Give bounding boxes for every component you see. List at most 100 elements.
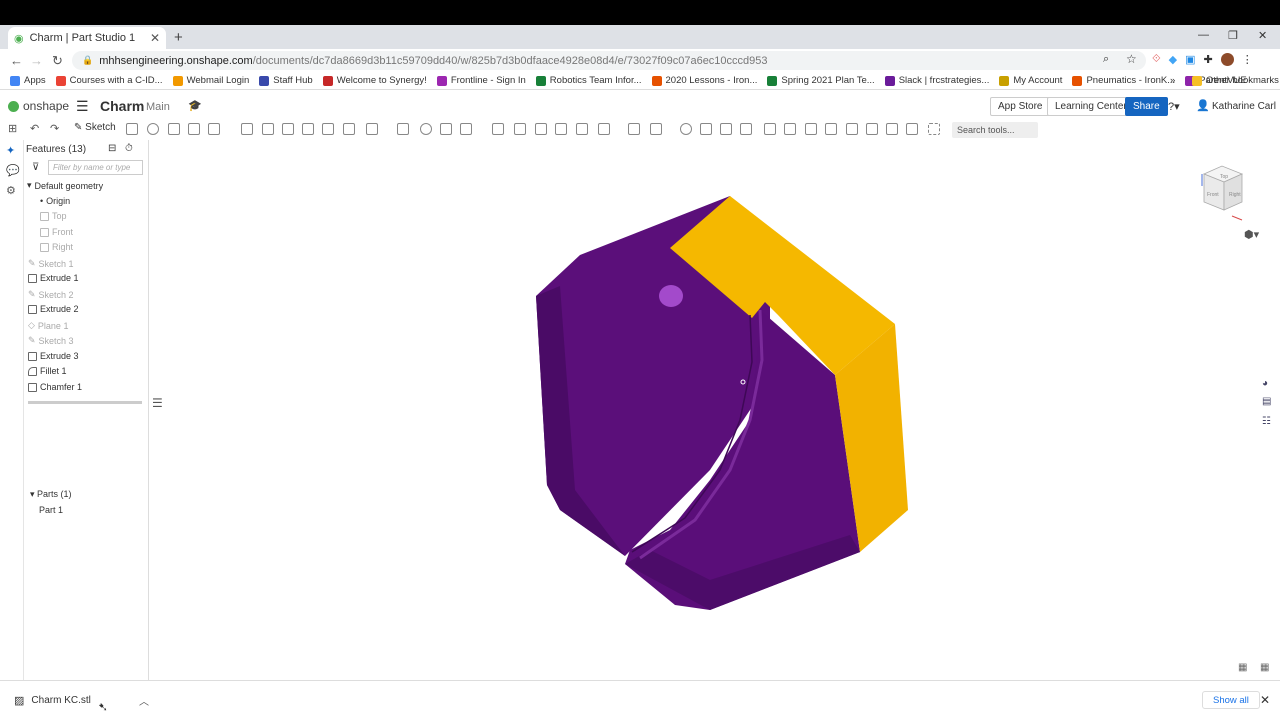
forward-icon[interactable]: →: [30, 53, 43, 68]
help-icon[interactable]: ?▾: [1168, 100, 1180, 113]
bookmark-item[interactable]: Spring 2021 Plan Te...: [767, 75, 875, 86]
view-cube[interactable]: Top Front Right: [1196, 150, 1252, 230]
revolve-icon[interactable]: [147, 123, 159, 135]
bookmark-item[interactable]: Frontline - Sign In: [436, 75, 526, 86]
filter-icon[interactable]: ⊽: [32, 162, 39, 173]
chevron-up-icon[interactable]: ︿: [139, 693, 149, 708]
variable-icon[interactable]: [720, 123, 732, 135]
feature-item-sketch1[interactable]: ✎ Sketch 1: [28, 258, 74, 269]
feature-item-front[interactable]: Front: [40, 227, 73, 237]
bookmark-item[interactable]: Apps: [10, 75, 46, 86]
move-face-icon[interactable]: [535, 123, 547, 135]
fillet-icon[interactable]: [241, 123, 253, 135]
appearance-icon[interactable]: ◕: [1262, 378, 1268, 389]
tab-tool-icon[interactable]: [805, 123, 817, 135]
user-icon[interactable]: 👤: [1196, 99, 1210, 112]
redo-icon[interactable]: ↷: [50, 122, 59, 135]
flange-icon[interactable]: [784, 123, 796, 135]
other-bookmarks[interactable]: Other bookmarks: [1192, 75, 1279, 86]
bookmark-item[interactable]: Courses with a C-ID...: [55, 75, 163, 86]
browser-tab[interactable]: ◉ Charm | Part Studio 1 ✕: [8, 27, 166, 49]
shell-icon[interactable]: [322, 123, 334, 135]
feature-item-chamfer1[interactable]: Chamfer 1: [28, 382, 82, 392]
more-bookmarks-icon[interactable]: »: [1170, 75, 1175, 86]
parts-header[interactable]: ▾ Parts (1): [30, 489, 72, 500]
new-tab-icon[interactable]: +: [174, 29, 183, 46]
bend-icon[interactable]: [825, 123, 837, 135]
feature-item-extrude1[interactable]: Extrude 1: [28, 273, 79, 283]
bend-relief-icon[interactable]: [886, 123, 898, 135]
feature-item-extrude2[interactable]: Extrude 2: [28, 304, 79, 314]
feature-item-plane1[interactable]: ◇ Plane 1: [28, 320, 68, 331]
draft-icon[interactable]: [282, 123, 294, 135]
close-tab-icon[interactable]: ✕: [150, 31, 160, 45]
rib-icon[interactable]: [302, 123, 314, 135]
render-mode-icon[interactable]: ⬢▾: [1244, 228, 1259, 241]
branch-label[interactable]: Main: [146, 101, 170, 113]
curve-icon[interactable]: [740, 123, 752, 135]
loft-icon[interactable]: [188, 123, 200, 135]
replace-face-icon[interactable]: [555, 123, 567, 135]
avatar[interactable]: [1220, 53, 1234, 66]
document-title[interactable]: Charm: [100, 98, 144, 114]
extrude-icon[interactable]: [126, 123, 138, 135]
viewcube-front-label[interactable]: Front: [1207, 192, 1219, 198]
plane-icon[interactable]: [598, 123, 610, 135]
show-all-button[interactable]: Show all: [1202, 691, 1260, 709]
undo-icon[interactable]: ↶: [30, 122, 39, 135]
parts-list-icon[interactable]: ▤: [1262, 396, 1271, 407]
features-panel-icon[interactable]: ⊞: [8, 122, 17, 135]
feature-item-fillet1[interactable]: Fillet 1: [28, 366, 67, 376]
feature-item-origin[interactable]: • Origin: [40, 196, 70, 206]
onshape-logo[interactable]: onshape: [8, 99, 69, 113]
joint-icon[interactable]: [906, 123, 918, 135]
user-name[interactable]: Katharine Carl: [1212, 101, 1276, 112]
feature-item-top[interactable]: Top: [40, 211, 67, 221]
search-tools-input[interactable]: Search tools...: [952, 122, 1038, 138]
close-shelf-icon[interactable]: ✕: [1260, 693, 1270, 707]
puzzle-icon[interactable]: ✚: [1204, 53, 1213, 66]
viewport-tool-icon[interactable]: ▦: [1260, 662, 1269, 673]
hamburger-menu-icon[interactable]: ☰: [76, 98, 89, 115]
form-icon[interactable]: [846, 123, 858, 135]
download-item[interactable]: ▨ Charm KC.stl: [14, 694, 91, 707]
bookmark-item[interactable]: Pneumatics - IronK...: [1072, 75, 1175, 86]
bookmark-item[interactable]: Slack | frcstrategies...: [884, 75, 989, 86]
corner-icon[interactable]: [866, 123, 878, 135]
bookmark-item[interactable]: Staff Hub: [259, 75, 313, 86]
split-icon[interactable]: [440, 123, 452, 135]
panel-divider[interactable]: [28, 401, 142, 404]
add-tool-icon[interactable]: [928, 123, 940, 135]
bookmark-item[interactable]: 2020 Lessons - Iron...: [651, 75, 757, 86]
bookmark-item[interactable]: My Account: [999, 75, 1062, 86]
graphics-viewport[interactable]: [150, 140, 1280, 680]
configure-icon[interactable]: ⚙: [6, 184, 16, 197]
viewcube-top-label[interactable]: Top: [1220, 174, 1228, 180]
section-view-icon[interactable]: [700, 123, 712, 135]
collapse-panel-icon[interactable]: ⊟: [108, 143, 116, 154]
back-icon[interactable]: ←: [10, 53, 23, 68]
zoom-icon[interactable]: ⌕: [1103, 53, 1109, 66]
default-geometry-group[interactable]: ▾ Default geometry: [27, 180, 103, 191]
bookmark-item[interactable]: Welcome to Synergy!: [322, 75, 427, 86]
feature-list-icon[interactable]: ✦: [6, 144, 15, 157]
pattern-icon[interactable]: [366, 123, 378, 135]
app-store-button[interactable]: App Store: [990, 97, 1051, 116]
feature-item-extrude3[interactable]: Extrude 3: [28, 351, 79, 361]
thicken-icon[interactable]: [208, 123, 220, 135]
properties-icon[interactable]: ☷: [1262, 416, 1271, 427]
helix-icon[interactable]: [650, 123, 662, 135]
viewport-tool-icon[interactable]: ▦: [1238, 662, 1247, 673]
bookmark-item[interactable]: Webmail Login: [172, 75, 249, 86]
menu-icon[interactable]: ⋮: [1242, 53, 1253, 66]
sketch-button[interactable]: ✎ Sketch: [74, 122, 116, 133]
bookmark-item[interactable]: Robotics Team Infor...: [535, 75, 642, 86]
sheet-metal-icon[interactable]: [764, 123, 776, 135]
extension-icon[interactable]: ◆: [1169, 53, 1177, 66]
feature-item-right[interactable]: Right: [40, 242, 73, 252]
graduation-cap-icon[interactable]: 🎓: [188, 99, 202, 112]
star-icon[interactable]: ☆: [1126, 52, 1137, 66]
minimize-icon[interactable]: —: [1198, 29, 1209, 41]
comments-icon[interactable]: 💬: [6, 164, 20, 177]
viewcube-right-label[interactable]: Right: [1229, 192, 1241, 198]
